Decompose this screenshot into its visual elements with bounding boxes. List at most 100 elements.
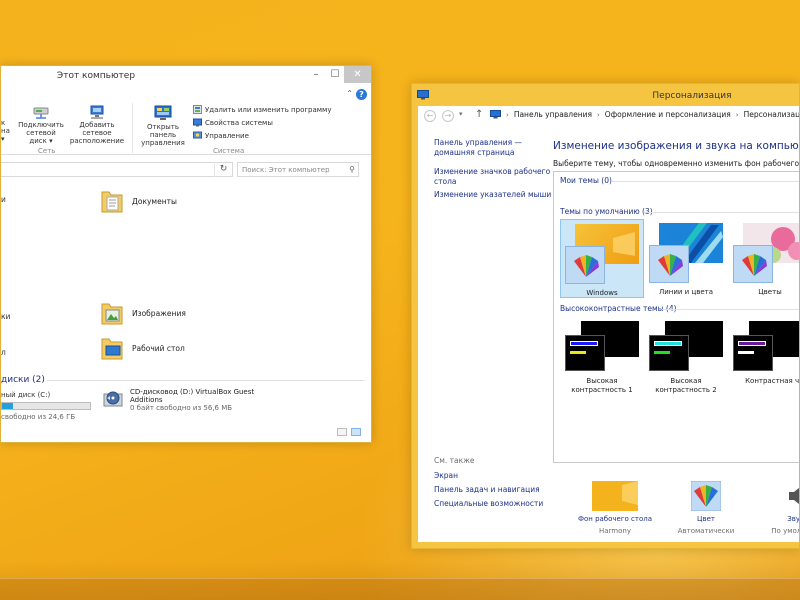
theme-window-sample [733, 245, 773, 283]
change-desktop-icons-link[interactable]: Изменение значков рабочего стола [434, 167, 550, 187]
home-link-line-2: домашняя страница [434, 148, 515, 157]
ribbon-cut-label-2: на [1, 127, 10, 135]
breadcrumb-separator-icon: › [506, 110, 509, 119]
hc-title-bar [738, 341, 766, 346]
theme-lines-colors-label: Линии и цвета [658, 288, 714, 296]
hc-window-sample [649, 335, 689, 371]
hc-text-bar [570, 351, 586, 354]
folder-documents[interactable]: Документы [100, 188, 177, 214]
close-button[interactable]: ✕ [344, 66, 371, 83]
uninstall-program-button[interactable]: Удалить или изменить программу [193, 105, 331, 114]
explorer-window[interactable]: Этот компьютер – ☐ ✕ ⌃ ? к на ▾ Подключи… [0, 65, 372, 443]
theme-high-contrast-black[interactable]: Контрастная черная [728, 317, 799, 386]
color-option[interactable]: Цвет Автоматически [664, 481, 748, 535]
explorer-ribbon: ⌃ ? к на ▾ Подключить сетевой диск ▾ Доб… [1, 87, 371, 155]
hc-text-bar [738, 351, 754, 354]
see-also-label: См. также [434, 456, 475, 465]
sounds-option[interactable]: Звуки По умолчанию [756, 481, 800, 535]
color-fan-icon [658, 254, 683, 276]
drives-divider [47, 380, 365, 381]
ribbon-group-network: Сеть [38, 147, 56, 155]
search-placeholder: Поиск: Этот компьютер [242, 166, 330, 174]
breadcrumb-personalization[interactable]: Персонализация [744, 110, 799, 119]
drive-c-usage-fill [2, 403, 13, 409]
system-properties-label: Свойства системы [205, 118, 273, 127]
my-themes-header[interactable]: Мои темы (0) [560, 176, 612, 185]
high-contrast-header[interactable]: Высококонтрастные темы (4) [560, 304, 677, 313]
up-arrow-icon[interactable]: ↑ [475, 109, 483, 120]
minimize-button[interactable]: – [306, 66, 326, 83]
tiles-view-icon[interactable] [351, 428, 361, 436]
left-pane: Панель управления — домашняя страница Из… [418, 126, 553, 542]
control-panel-label-1: Открыть панель [147, 123, 179, 139]
ease-of-access-link[interactable]: Специальные возможности [434, 499, 543, 509]
system-properties-button[interactable]: Свойства системы [193, 118, 273, 127]
map-network-drive-button[interactable]: Подключить сетевой диск ▾ [17, 105, 65, 145]
theme-high-contrast-1[interactable]: Высокая контрастность 1 [560, 317, 644, 395]
high-contrast-row: Высокая контрастность 1 Высокая контраст… [560, 317, 799, 407]
folder-pictures[interactable]: Изображения [100, 300, 186, 326]
drive-d[interactable]: CD-дисковод (D:) VirtualBox Guest Additi… [102, 388, 254, 412]
back-arrow-icon[interactable]: ← [424, 110, 436, 122]
breadcrumb-separator-icon: › [735, 110, 739, 119]
hc-window-sample [733, 335, 773, 371]
breadcrumb[interactable]: › Панель управления › Оформление и персо… [490, 110, 799, 119]
forward-arrow-icon[interactable]: → [442, 110, 454, 122]
details-view-icon[interactable] [337, 428, 347, 436]
color-fan-icon [574, 255, 599, 277]
theme-window-sample [649, 245, 689, 283]
breadcrumb-control-panel[interactable]: Панель управления [514, 110, 592, 119]
display-link[interactable]: Экран [434, 471, 458, 481]
drives-section-header[interactable]: диски (2) [1, 375, 45, 385]
page-description: Выберите тему, чтобы одновременно измени… [553, 159, 800, 168]
help-icon[interactable]: ? [356, 89, 367, 100]
theme-window-sample [565, 246, 605, 284]
sounds-option-value: По умолчанию [771, 527, 800, 535]
add-location-label-1: Добавить сетевое [79, 121, 115, 137]
hc-window-sample [565, 335, 605, 371]
address-bar[interactable] [1, 162, 233, 177]
breadcrumb-appearance[interactable]: Оформление и персонализация [605, 110, 731, 119]
theme-windows[interactable]: Windows [560, 219, 644, 298]
themes-list[interactable]: Мои темы (0) Темы по умолчанию (3) Windo… [553, 171, 799, 463]
desktop-icons-link-line-1: Изменение значков рабочего [434, 167, 551, 176]
open-control-panel-button[interactable]: Открыть панель управления [133, 105, 193, 147]
recent-chevron-icon[interactable]: ▾ [459, 110, 463, 118]
personalization-titlebar[interactable]: Персонализация [412, 84, 799, 106]
add-network-location-button[interactable]: Добавить сетевое расположение [65, 105, 129, 145]
taskbar[interactable] [0, 578, 800, 600]
theme-lines-colors-preview [649, 223, 723, 285]
search-icon[interactable]: ⚲ [349, 165, 355, 174]
ribbon-collapse-icon[interactable]: ⌃ [346, 89, 353, 98]
drive-c-usage-bar [1, 402, 91, 410]
theme-lines-colors[interactable]: Линии и цвета [644, 219, 728, 296]
windows-logo-icon [613, 232, 635, 256]
personalization-title: Персонализация [652, 91, 732, 101]
theme-flowers[interactable]: Цветы [728, 219, 799, 296]
color-fan-icon [742, 254, 767, 276]
taskbar-navigation-link[interactable]: Панель задач и навигация [434, 485, 540, 495]
change-mouse-pointers-link[interactable]: Изменение указателей мыши [434, 190, 551, 200]
desktop-background-option[interactable]: Фон рабочего стола Harmony [573, 481, 657, 535]
ribbon-cut-item[interactable]: к на ▾ [1, 105, 11, 143]
manage-button[interactable]: Управление [193, 131, 249, 140]
default-themes-row: Windows Линии и цвета Цветы [560, 219, 799, 299]
search-box[interactable]: Поиск: Этот компьютер ⚲ [237, 162, 359, 177]
color-option-label: Цвет [697, 515, 715, 523]
drive-d-label-2: Additions [130, 396, 163, 404]
personalization-window[interactable]: Персонализация ← → ▾ ↑ › Панель управлен… [411, 83, 800, 549]
uninstall-label: Удалить или изменить программу [205, 105, 332, 114]
control-panel-home-link[interactable]: Панель управления — домашняя страница [434, 138, 522, 158]
section-divider [662, 309, 799, 310]
default-themes-header[interactable]: Темы по умолчанию (3) [560, 207, 653, 216]
hc1-label-1: Высокая [586, 377, 618, 385]
maximize-button[interactable]: ☐ [326, 66, 344, 83]
theme-high-contrast-2[interactable]: Высокая контрастность 2 [644, 317, 728, 395]
cut-label-1: и [1, 195, 6, 204]
section-divider [644, 212, 799, 213]
refresh-icon[interactable]: ↻ [214, 162, 232, 177]
folder-desktop[interactable]: Рабочий стол [100, 335, 185, 361]
desktop-background-label: Фон рабочего стола [577, 515, 653, 523]
explorer-titlebar[interactable]: Этот компьютер – ☐ ✕ [1, 66, 371, 87]
drive-c[interactable]: ный диск (C:) свободно из 24,6 ГБ [1, 391, 96, 421]
